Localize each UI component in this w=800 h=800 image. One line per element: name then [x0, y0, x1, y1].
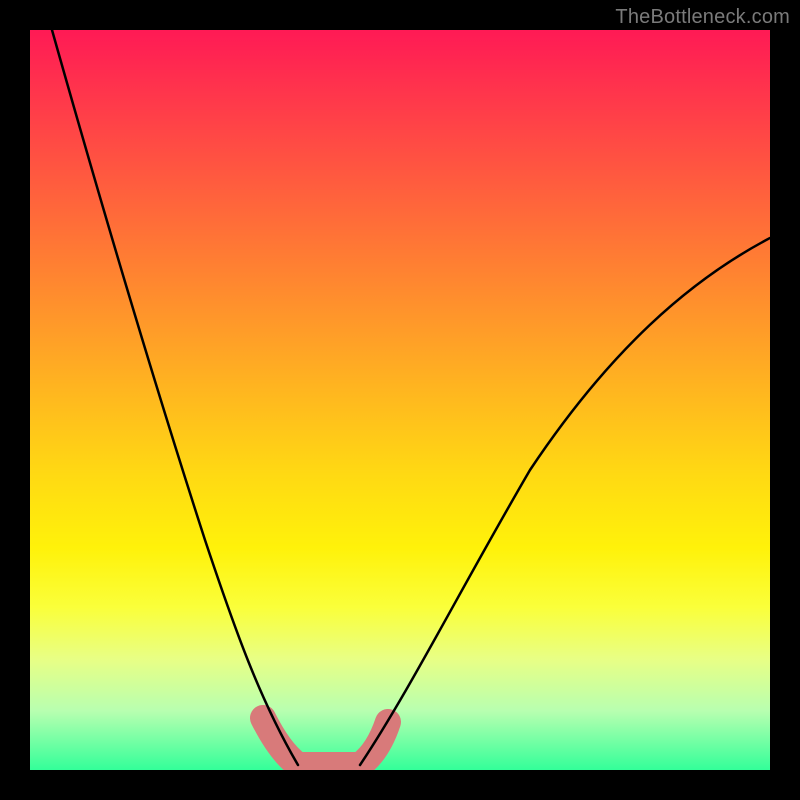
plot-area — [30, 30, 770, 770]
right-curve — [360, 238, 770, 765]
chart-frame: TheBottleneck.com — [0, 0, 800, 800]
watermark-text: TheBottleneck.com — [615, 6, 790, 29]
valley-highlight — [263, 718, 388, 765]
left-curve — [52, 30, 298, 765]
curve-layer — [30, 30, 770, 770]
